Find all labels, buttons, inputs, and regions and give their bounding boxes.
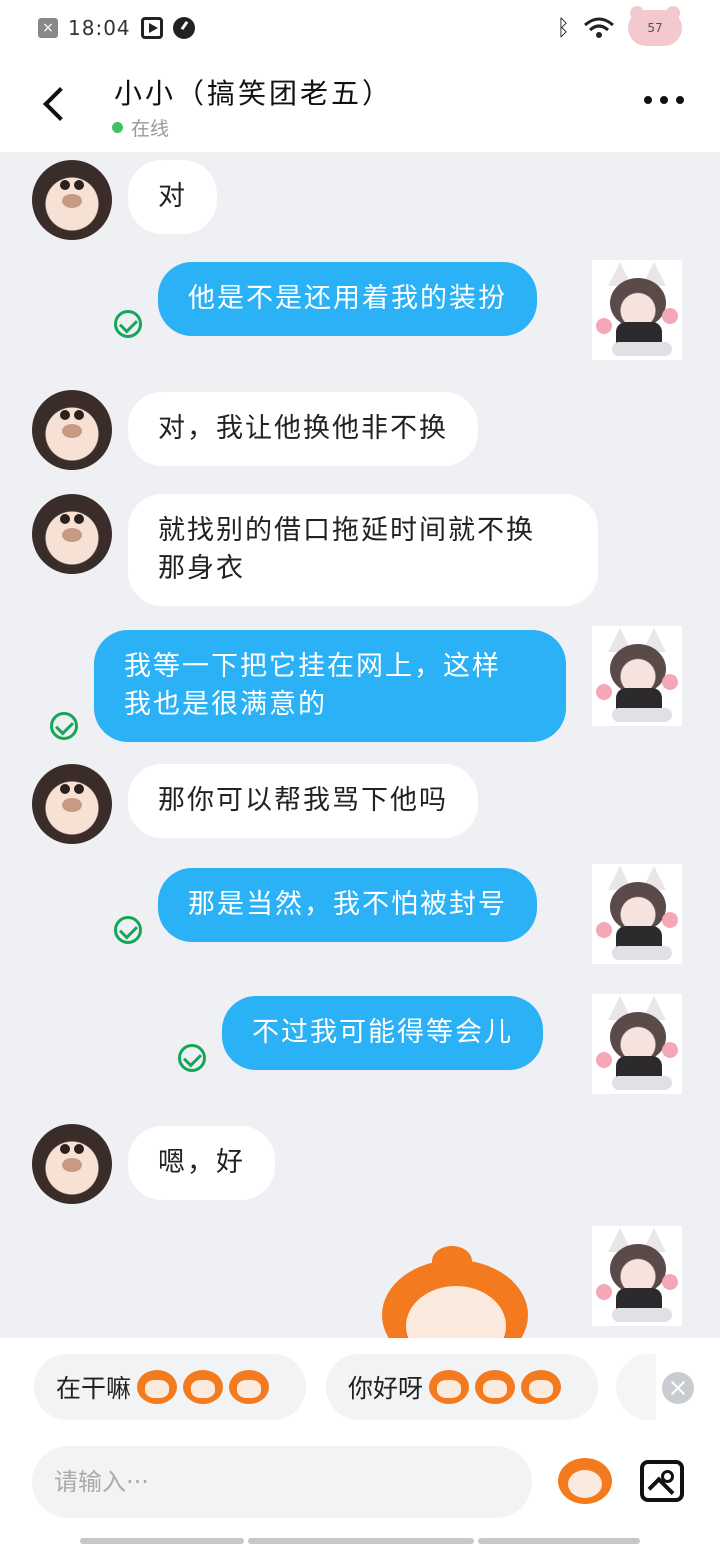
image-icon[interactable] [640, 1460, 684, 1502]
status-time: 18:04 [68, 16, 131, 40]
contact-avatar[interactable] [32, 494, 112, 574]
read-check-icon [114, 916, 142, 944]
contact-avatar[interactable] [32, 160, 112, 240]
read-check-icon [178, 1044, 206, 1072]
incoming-message[interactable]: 对，我让他换他非不换 [128, 392, 478, 466]
outgoing-message[interactable]: 不过我可能得等会儿 [222, 996, 543, 1070]
contact-avatar[interactable] [32, 764, 112, 844]
contact-avatar[interactable] [32, 390, 112, 470]
gauge-icon [172, 17, 195, 39]
sticker-button[interactable] [556, 1452, 614, 1508]
status-bar-left: × 18:04 [38, 16, 195, 40]
incoming-message[interactable]: 嗯，好 [128, 1126, 275, 1200]
more-dot-icon [644, 96, 652, 104]
quick-reply-label: 你好呀 [348, 1374, 424, 1403]
wifi-icon [584, 17, 614, 38]
bluetooth-icon: ᛒ [556, 15, 570, 41]
my-avatar[interactable] [592, 864, 682, 964]
online-dot-icon [112, 122, 123, 133]
status-bar-right: ᛒ 57 [556, 6, 682, 46]
outgoing-message[interactable]: 那是当然，我不怕被封号 [158, 868, 537, 942]
nav-indicator [248, 1538, 474, 1544]
x-icon: × [38, 18, 58, 38]
more-options-button[interactable] [644, 96, 684, 104]
input-bar [0, 1444, 720, 1544]
incoming-message[interactable]: 那你可以帮我骂下他吗 [128, 764, 478, 838]
online-status: 在线 [112, 114, 169, 141]
close-quick-replies-icon[interactable] [662, 1372, 694, 1404]
contact-avatar[interactable] [32, 1124, 112, 1204]
message-list[interactable]: 对 他是不是还用着我的装扮 对，我让他换他非不换 就找别的借口拖延时间就不换 那… [0, 152, 720, 1338]
orange-monkey-sticker[interactable] [372, 1246, 532, 1338]
online-status-label: 在线 [131, 118, 170, 140]
outgoing-message[interactable]: 我等一下把它挂在网上，这样 我也是很满意的 [94, 630, 566, 742]
more-dot-icon [660, 96, 668, 104]
battery-level: 57 [647, 21, 663, 35]
my-avatar[interactable] [592, 994, 682, 1094]
incoming-message[interactable]: 对 [128, 160, 217, 234]
wave-monkey-emoji-icon [475, 1370, 516, 1404]
more-dot-icon [676, 96, 684, 104]
quick-reply-chip[interactable]: 在干嘛 [34, 1354, 306, 1420]
grin-monkey-emoji-icon [183, 1370, 224, 1404]
outgoing-message[interactable]: 他是不是还用着我的装扮 [158, 262, 537, 336]
nav-indicator [478, 1538, 640, 1544]
quick-reply-chip[interactable]: 你好呀 [326, 1354, 598, 1420]
read-check-icon [114, 310, 142, 338]
message-input[interactable] [32, 1446, 532, 1518]
my-avatar[interactable] [592, 260, 682, 360]
read-check-icon [50, 712, 78, 740]
wave-monkey-emoji-icon [429, 1370, 470, 1404]
back-button[interactable] [36, 82, 76, 126]
battery-icon: 57 [628, 6, 682, 46]
play-icon [140, 17, 163, 39]
grin-monkey-emoji-icon [137, 1370, 178, 1404]
my-avatar[interactable] [592, 1226, 682, 1326]
my-avatar[interactable] [592, 626, 682, 726]
chat-header: 小小（搞笑团老五） 在线 [0, 58, 720, 152]
quick-reply-chip-partial[interactable] [616, 1354, 656, 1420]
status-bar: × 18:04 ᛒ 57 [0, 0, 720, 58]
quick-reply-bar: 在干嘛 你好呀 [0, 1338, 720, 1444]
contact-name: 小小（搞笑团老五） [114, 77, 394, 110]
wave-monkey-emoji-icon [521, 1370, 562, 1404]
nav-indicator [80, 1538, 244, 1544]
incoming-message[interactable]: 就找别的借口拖延时间就不换 那身衣 [128, 494, 598, 606]
quick-reply-label: 在干嘛 [56, 1374, 132, 1403]
grin-monkey-emoji-icon [229, 1370, 270, 1404]
